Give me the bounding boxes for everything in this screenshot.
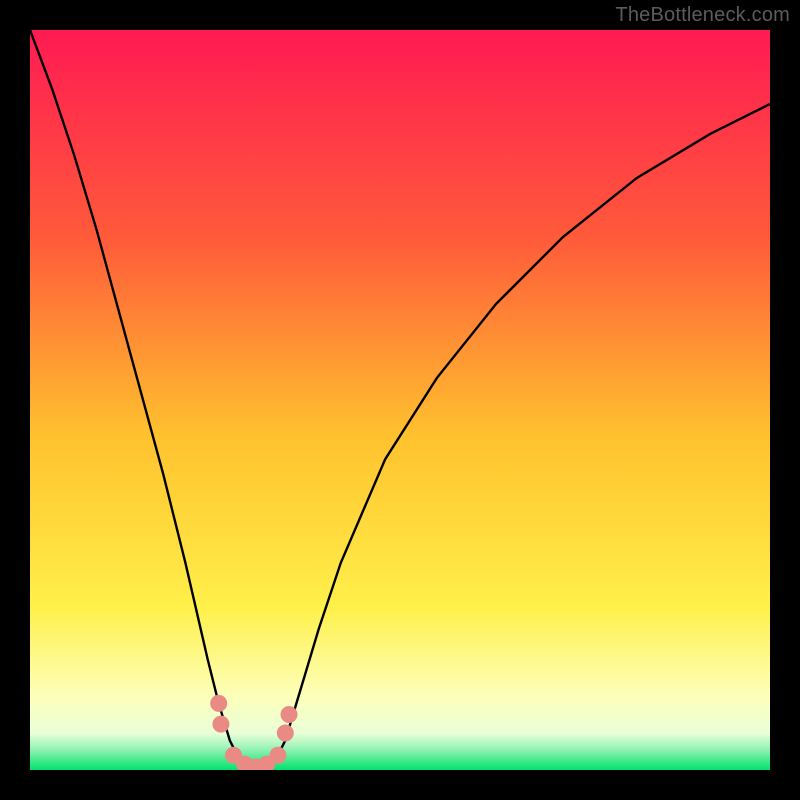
- data-marker: [277, 725, 294, 742]
- plot-area: [30, 30, 770, 770]
- data-marker: [210, 695, 227, 712]
- data-marker: [212, 716, 229, 733]
- data-marker: [269, 747, 286, 764]
- watermark-text: TheBottleneck.com: [615, 4, 790, 27]
- outer-frame: TheBottleneck.com: [0, 0, 800, 800]
- chart-svg: [30, 30, 770, 770]
- gradient-background: [30, 30, 770, 770]
- data-marker: [281, 706, 298, 723]
